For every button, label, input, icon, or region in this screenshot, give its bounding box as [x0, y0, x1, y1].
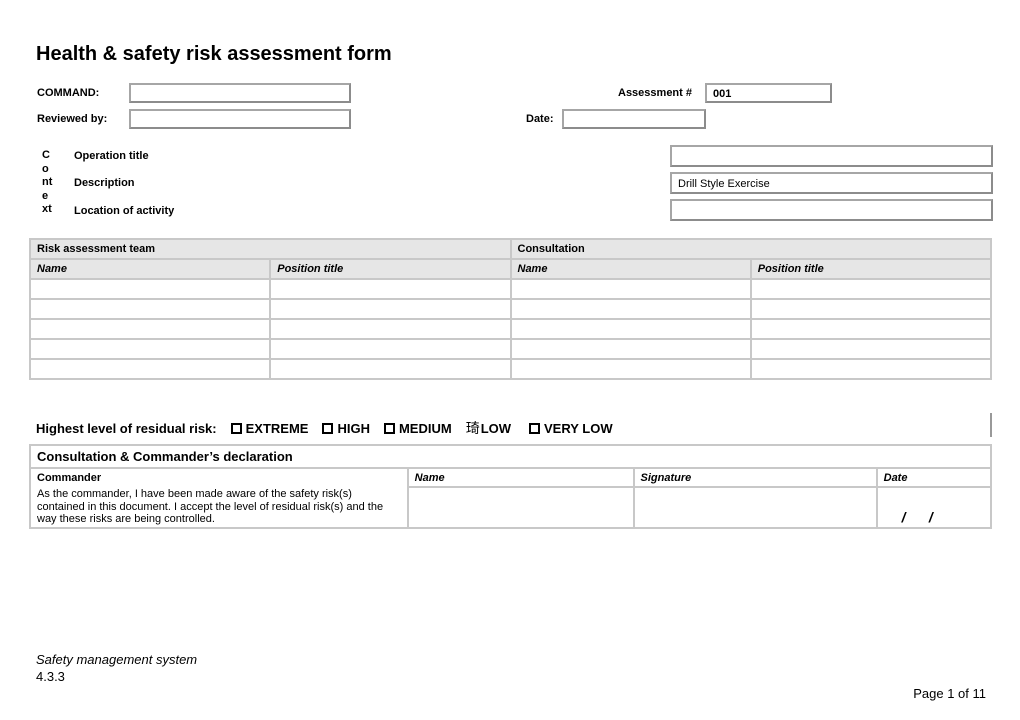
risk-option-very-low[interactable]: VERY LOW	[529, 421, 613, 436]
risk-option-label: VERY LOW	[544, 420, 613, 436]
command-label: COMMAND:	[37, 87, 100, 99]
commander-date-cell[interactable]: / /	[875, 486, 993, 529]
operation-title-label: Operation title	[74, 150, 149, 162]
context-letter: xt	[42, 203, 52, 216]
risk-option-label: LOW	[480, 420, 512, 436]
checkbox-icon[interactable]	[322, 422, 334, 434]
checkbox-icon[interactable]	[383, 422, 395, 434]
description-field[interactable]: Drill Style Exercise	[670, 172, 993, 194]
consultation-name-cell[interactable]	[509, 278, 752, 300]
team-name-cell[interactable]	[28, 358, 272, 380]
table-row	[28, 318, 993, 340]
consultation-position-cell[interactable]	[749, 318, 993, 340]
risk-option-label: MEDIUM	[398, 420, 452, 436]
team-name-cell[interactable]	[28, 278, 272, 300]
risk-option-low[interactable]: 琦 LOW	[466, 418, 511, 438]
team-position-cell[interactable]	[269, 358, 512, 380]
assessment-number-label: Assessment #	[618, 87, 692, 99]
table-row	[28, 338, 993, 360]
reviewed-by-label: Reviewed by:	[37, 113, 108, 125]
declaration-title: Consultation & Commander’s declaration	[29, 444, 992, 469]
checkbox-icon[interactable]	[230, 422, 242, 434]
date-header: Date	[875, 467, 993, 488]
command-field[interactable]	[129, 83, 351, 103]
footer-version: 4.3.3	[36, 669, 65, 684]
commander-declaration-table: Consultation & Commander’s declaration C…	[29, 444, 993, 529]
team-position-cell[interactable]	[269, 278, 512, 300]
date-field[interactable]	[562, 109, 706, 129]
consultation-name-cell[interactable]	[509, 298, 752, 320]
column-header-name: Name	[28, 258, 272, 280]
risk-team-header: Risk assessment team	[29, 238, 512, 260]
description-label: Description	[74, 177, 135, 189]
name-header: Name	[406, 467, 635, 488]
team-name-cell[interactable]	[28, 298, 272, 320]
team-position-cell[interactable]	[269, 318, 512, 340]
column-header-position: Position title	[749, 258, 993, 280]
consultation-position-cell[interactable]	[749, 338, 993, 360]
consultation-position-cell[interactable]	[749, 298, 993, 320]
operation-title-field[interactable]	[670, 145, 993, 167]
consultation-header: Consultation	[509, 238, 992, 260]
context-letter: o	[42, 162, 49, 175]
consultation-name-cell[interactable]	[509, 358, 752, 380]
date-label: Date:	[526, 113, 554, 125]
risk-option-high[interactable]: HIGH	[322, 421, 370, 436]
location-label: Location of activity	[74, 205, 175, 217]
divider	[990, 413, 992, 437]
checkbox-icon[interactable]	[529, 422, 541, 434]
context-letter: C	[42, 149, 50, 161]
commander-label: Commander	[29, 467, 409, 487]
table-row	[28, 298, 993, 320]
risk-option-label: HIGH	[337, 420, 370, 436]
signature-header: Signature	[632, 467, 878, 488]
date-separators: / /	[901, 508, 933, 525]
commander-signature-cell[interactable]	[632, 486, 878, 529]
commander-name-cell[interactable]	[406, 486, 635, 529]
page-number: Page 1 of 11	[913, 686, 986, 701]
page-title: Health & safety risk assessment form	[36, 43, 392, 65]
consultation-position-cell[interactable]	[749, 278, 993, 300]
consultation-name-cell[interactable]	[509, 318, 752, 340]
reviewed-by-field[interactable]	[129, 109, 351, 129]
context-letter: nt	[42, 176, 53, 189]
footer-system-name: Safety management system	[36, 652, 198, 667]
consultation-position-cell[interactable]	[749, 358, 993, 380]
table-row	[28, 278, 993, 300]
risk-assessment-team-table: Risk assessment team Consultation Name P…	[28, 238, 993, 380]
commander-statement: As the commander, I have been made aware…	[29, 487, 409, 529]
column-header-position: Position title	[269, 258, 512, 280]
context-side-label: C o nt e xt	[42, 149, 52, 217]
consultation-name-cell[interactable]	[509, 338, 752, 360]
team-name-cell[interactable]	[28, 338, 272, 360]
location-field[interactable]	[670, 199, 993, 221]
risk-option-label: EXTREME	[245, 420, 309, 436]
column-header-name: Name	[509, 258, 752, 280]
risk-option-extreme[interactable]: EXTREME	[230, 420, 309, 436]
team-position-cell[interactable]	[269, 298, 512, 320]
table-row	[28, 358, 993, 380]
team-position-cell[interactable]	[269, 338, 512, 360]
risk-option-medium[interactable]: MEDIUM	[383, 420, 452, 436]
assessment-number-field[interactable]: 001	[705, 83, 832, 103]
residual-risk-selector: Highest level of residual risk: EXTREME …	[36, 418, 613, 438]
residual-risk-label: Highest level of residual risk:	[36, 420, 217, 436]
context-letter: e	[42, 189, 49, 202]
checked-checkbox-icon[interactable]: 琦	[466, 418, 480, 438]
team-name-cell[interactable]	[28, 318, 272, 340]
